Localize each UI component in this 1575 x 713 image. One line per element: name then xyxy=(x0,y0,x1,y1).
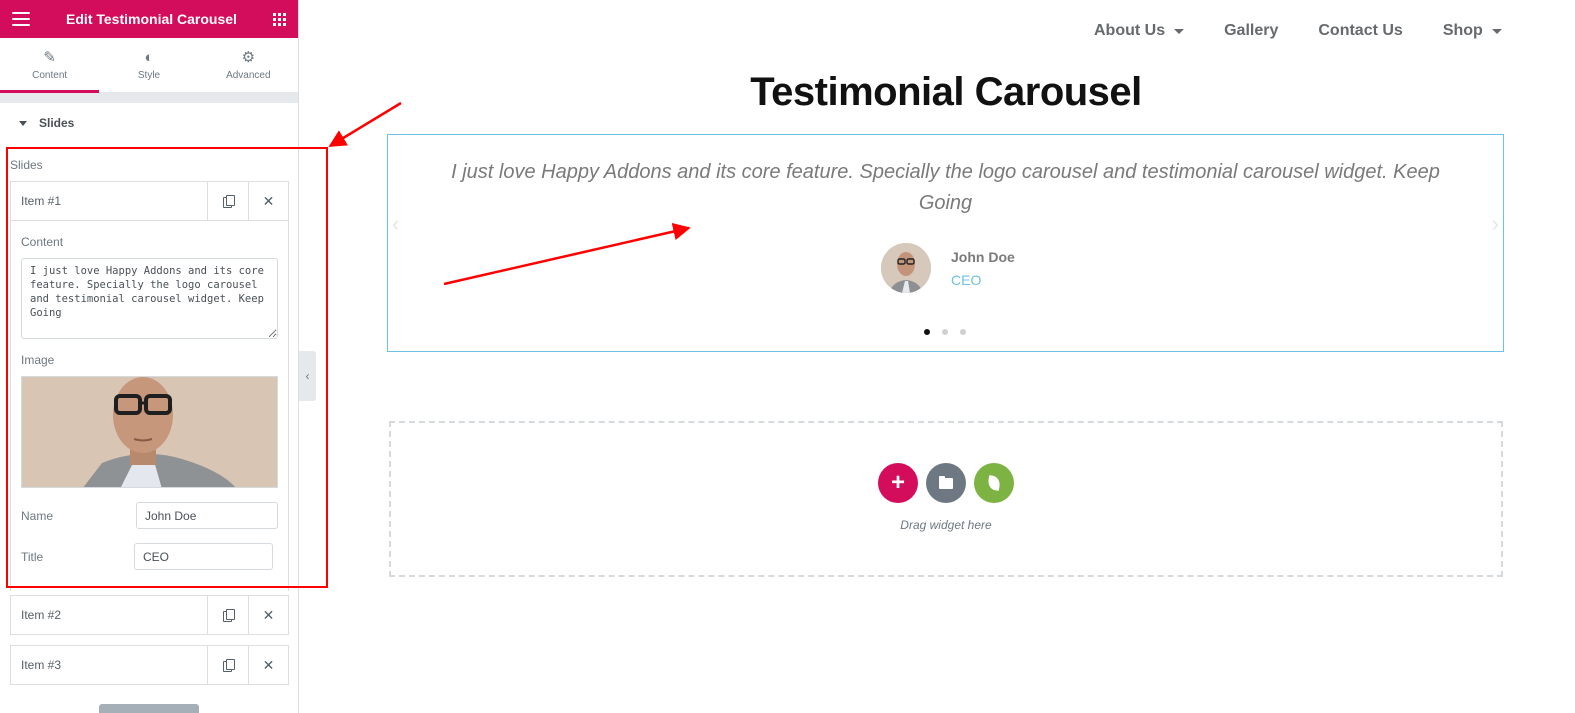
panel-title: Edit Testimonial Carousel xyxy=(66,11,237,27)
panel-collapse-handle[interactable]: ‹ xyxy=(299,351,316,401)
author-avatar-image xyxy=(881,243,931,293)
folder-icon xyxy=(939,475,953,489)
chevron-left-icon: ‹ xyxy=(305,369,310,383)
repeater-item-3-title[interactable]: Item #3 xyxy=(11,646,208,684)
section-title: Slides xyxy=(39,116,75,130)
testimonial-author: John Doe CEO xyxy=(881,243,1015,293)
drop-area-hint: Drag widget here xyxy=(900,518,992,532)
tab-content-label: Content xyxy=(32,69,68,81)
duplicate-item-3-button[interactable] xyxy=(208,646,248,684)
nav-about-us-label: About Us xyxy=(1094,22,1166,39)
duplicate-item-1-button[interactable] xyxy=(208,182,248,220)
nav-contact-us[interactable]: Contact Us xyxy=(1318,22,1402,40)
happy-addons-button[interactable] xyxy=(974,463,1014,503)
testimonial-quote: I just love Happy Addons and its core fe… xyxy=(451,161,1440,214)
repeater-item-2-title[interactable]: Item #2 xyxy=(11,596,208,634)
slides-control-label: Slides xyxy=(10,158,43,172)
tab-style[interactable]: ◐ Style xyxy=(99,38,198,92)
nav-shop-label: Shop xyxy=(1442,22,1483,39)
panel-header: Edit Testimonial Carousel xyxy=(0,0,298,38)
carousel-next-arrow[interactable]: › xyxy=(1492,211,1499,237)
copy-icon xyxy=(223,195,235,208)
image-field-label: Image xyxy=(21,353,55,367)
name-input[interactable] xyxy=(136,502,278,529)
site-nav: About Us Gallery Contact Us Shop xyxy=(1094,20,1502,42)
carousel-prev-arrow[interactable]: ‹ xyxy=(392,211,399,237)
menu-icon[interactable] xyxy=(12,12,30,26)
close-icon: ✕ xyxy=(262,606,275,623)
image-picker[interactable] xyxy=(21,376,278,488)
add-item-button[interactable] xyxy=(99,704,199,713)
name-field-label: Name xyxy=(21,509,54,523)
author-meta: John Doe CEO xyxy=(951,249,1015,288)
carousel-dot-1[interactable] xyxy=(924,329,930,335)
close-icon: ✕ xyxy=(262,192,275,209)
page-title: Testimonial Carousel xyxy=(750,70,1142,114)
copy-icon xyxy=(223,609,235,622)
chevron-down-icon xyxy=(1174,28,1185,34)
nav-contact-us-label: Contact Us xyxy=(1318,22,1403,39)
pencil-icon: ✎ xyxy=(43,48,56,66)
panel-divider xyxy=(0,93,298,103)
half-circle-icon: ◐ xyxy=(144,48,154,66)
nav-shop[interactable]: Shop xyxy=(1443,22,1502,40)
chevron-down-icon xyxy=(1491,28,1502,34)
title-field-label: Title xyxy=(21,550,44,564)
tab-advanced-label: Advanced xyxy=(226,69,271,81)
repeater-item-1-title[interactable]: Item #1 xyxy=(11,182,208,220)
tab-content[interactable]: ✎ Content xyxy=(0,38,100,93)
remove-item-1-button[interactable]: ✕ xyxy=(248,182,288,220)
portrait-image xyxy=(22,377,277,487)
add-section-button[interactable]: + xyxy=(878,463,918,503)
apps-grid-icon[interactable] xyxy=(272,12,286,26)
remove-item-3-button[interactable]: ✕ xyxy=(248,646,288,684)
add-template-button[interactable] xyxy=(926,463,966,503)
editor-panel: Edit Testimonial Carousel ✎ Content ◐ St… xyxy=(0,0,299,713)
nav-gallery[interactable]: Gallery xyxy=(1224,22,1278,40)
gear-icon: ⚙ xyxy=(241,48,256,66)
nav-gallery-label: Gallery xyxy=(1224,22,1279,39)
content-textarea[interactable] xyxy=(21,258,278,339)
panel-tabs: ✎ Content ◐ Style ⚙ Advanced xyxy=(0,38,298,93)
repeater-item-1-fields: Content Image Name xyxy=(10,221,289,591)
nav-about-us[interactable]: About Us xyxy=(1094,22,1185,40)
tab-advanced[interactable]: ⚙ Advanced xyxy=(199,38,298,92)
repeater-item-1: Item #1 ✕ xyxy=(10,181,289,221)
repeater-item-2: Item #2 ✕ xyxy=(10,595,289,635)
carousel-dot-3[interactable] xyxy=(960,329,966,335)
title-input[interactable] xyxy=(134,543,273,570)
plus-icon: + xyxy=(890,469,905,496)
drop-area-buttons: + xyxy=(878,463,1022,503)
section-toggle-slides[interactable]: Slides xyxy=(0,103,298,143)
repeater-item-3: Item #3 ✕ xyxy=(10,645,289,685)
author-title: CEO xyxy=(951,271,982,288)
carousel-dot-2[interactable] xyxy=(942,329,948,335)
caret-down-icon xyxy=(19,120,27,126)
author-avatar xyxy=(881,243,931,293)
remove-item-2-button[interactable]: ✕ xyxy=(248,596,288,634)
widget-drop-area[interactable]: + Drag widget here xyxy=(389,421,1503,577)
leaf-icon xyxy=(986,475,1002,491)
carousel-dots xyxy=(924,329,978,335)
testimonial-carousel[interactable]: I just love Happy Addons and its core fe… xyxy=(387,134,1504,352)
duplicate-item-2-button[interactable] xyxy=(208,596,248,634)
close-icon: ✕ xyxy=(262,656,275,673)
tab-style-label: Style xyxy=(137,69,161,81)
author-name: John Doe xyxy=(951,248,1015,265)
copy-icon xyxy=(223,659,235,672)
content-field-label: Content xyxy=(21,235,64,249)
